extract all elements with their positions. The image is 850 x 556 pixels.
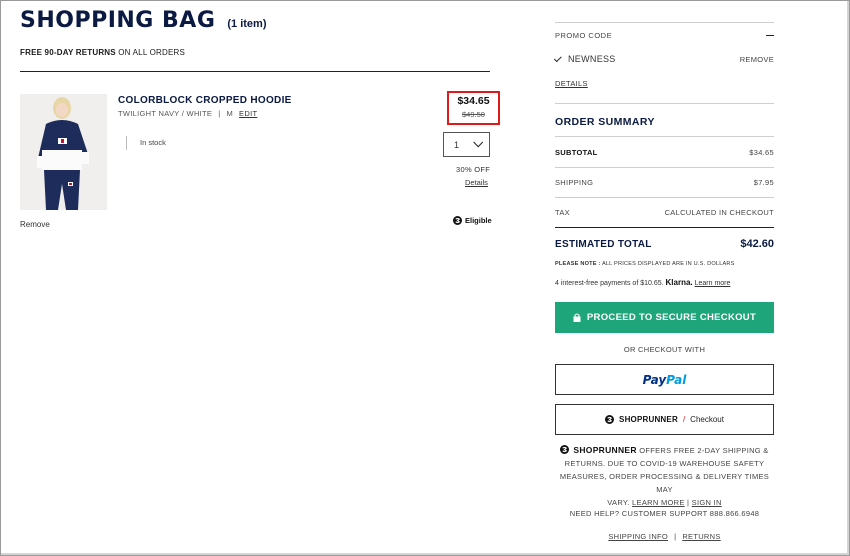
tax-value: CALCULATED IN CHECKOUT	[664, 208, 774, 217]
subtotal-value: $34.65	[749, 148, 774, 157]
paypal-logo-pal: Pal	[666, 372, 687, 387]
shipping-row: SHIPPING $7.95	[555, 178, 774, 187]
klarna-info: 4 interest-free payments of $10.65. Klar…	[555, 278, 774, 287]
check-icon	[553, 54, 562, 63]
variant-separator: |	[218, 109, 221, 118]
returns-rest: ON ALL ORDERS	[115, 48, 186, 57]
shoprunner-sep: |	[687, 498, 690, 507]
quantity-value: 1	[454, 139, 460, 150]
shoprunner-label: SHOPRUNNER	[619, 415, 678, 424]
page-title: SHOPPING BAG	[20, 7, 216, 34]
promo-divider	[555, 103, 774, 104]
checkout-button-label: PROCEED TO SECURE CHECKOUT	[586, 312, 757, 323]
quantity-select[interactable]: 1	[443, 132, 490, 157]
note-bold: PLEASE NOTE :	[555, 261, 601, 267]
product-image[interactable]	[20, 94, 107, 210]
tax-row: TAX CALCULATED IN CHECKOUT	[555, 208, 774, 217]
summary-divider-4	[555, 227, 774, 228]
klarna-logo: Klarna.	[665, 278, 693, 287]
shoprunner-info: SHOPRUNNER OFFERS FREE 2-DAY SHIPPING & …	[555, 444, 774, 509]
discount-details-link[interactable]: Details	[465, 178, 488, 187]
shipping-value: $7.95	[753, 178, 774, 187]
edit-item-link[interactable]: EDIT	[239, 109, 257, 118]
klarna-text: 4 interest-free payments of $10.65.	[555, 280, 664, 287]
sale-price: $34.65	[457, 95, 490, 107]
klarna-learn-more-link[interactable]: Learn more	[695, 280, 731, 287]
shoprunner-slash: /	[682, 415, 686, 424]
remove-item-link[interactable]: Remove	[20, 220, 50, 229]
shoprunner-brand: SHOPRUNNER	[573, 445, 637, 455]
eligible-label: Eligible	[465, 216, 492, 225]
returns-banner: FREE 90-DAY RETURNS ON ALL ORDERS	[20, 48, 185, 57]
shipping-info-link[interactable]: SHIPPING INFO	[608, 532, 668, 541]
lock-icon	[573, 313, 581, 322]
product-color: TWILIGHT NAVY / WHITE	[118, 109, 213, 118]
shoprunner-text-3: MEASURES, ORDER PROCESSING & DELIVERY TI…	[559, 472, 770, 494]
promo-code: NEWNESS	[553, 54, 616, 64]
summary-divider-3	[555, 197, 774, 198]
estimated-total-label: ESTIMATED TOTAL	[555, 238, 652, 250]
chevron-down-icon	[473, 137, 484, 148]
shoprunner-learn-more-link[interactable]: LEARN MORE	[632, 498, 685, 507]
customer-support: NEED HELP? CUSTOMER SUPPORT 888.866.6948	[569, 509, 760, 518]
footer-sep: |	[674, 532, 677, 541]
estimated-total-row: ESTIMATED TOTAL $42.60	[555, 238, 774, 250]
stock-status: In stock	[126, 136, 166, 150]
or-checkout-with: OR CHECKOUT WITH	[623, 345, 706, 354]
remove-promo-link[interactable]: REMOVE	[740, 55, 774, 64]
shoprunner-eligible: Eligible	[453, 216, 492, 225]
shoprunner-text-2: RETURNS. DUE TO COVID-19 WAREHOUSE SAFET…	[564, 459, 765, 468]
original-price: $49.50	[462, 110, 485, 119]
applied-promo: NEWNESS REMOVE	[553, 54, 774, 64]
subtotal-label: SUBTOTAL	[555, 148, 598, 157]
returns-link[interactable]: RETURNS	[682, 532, 720, 541]
shoprunner-sign-in-link[interactable]: SIGN IN	[692, 498, 722, 507]
shipping-label: SHIPPING	[555, 178, 594, 187]
hoodie-product-photo-icon	[20, 94, 107, 210]
proceed-to-checkout-button[interactable]: PROCEED TO SECURE CHECKOUT	[555, 302, 774, 333]
product-name[interactable]: COLORBLOCK CROPPED HOODIE	[118, 95, 292, 106]
shoprunner-icon	[453, 216, 462, 225]
price-highlight-box: $34.65 $49.50	[447, 91, 500, 125]
currency-note: PLEASE NOTE : ALL PRICES DISPLAYED ARE I…	[555, 261, 774, 267]
shoprunner-checkout-label: Checkout	[690, 415, 724, 424]
subtotal-row: SUBTOTAL $34.65	[555, 148, 774, 157]
footer-links: SHIPPING INFO | RETURNS	[555, 532, 774, 541]
tax-label: TAX	[555, 208, 570, 217]
returns-bold: FREE 90-DAY RETURNS	[20, 48, 116, 57]
product-size: M	[226, 109, 234, 118]
order-summary-title: ORDER SUMMARY	[555, 116, 655, 128]
shoprunner-icon	[560, 445, 570, 454]
discount-label: 30% OFF	[456, 165, 491, 174]
paypal-button[interactable]: Pay Pal	[555, 364, 774, 395]
product-variant: TWILIGHT NAVY / WHITE | M EDIT	[118, 109, 257, 118]
paypal-logo-pay: Pay	[642, 372, 667, 387]
shoprunner-text-1: OFFERS FREE 2-DAY SHIPPING &	[636, 446, 769, 455]
promo-header-label: PROMO CODE	[555, 31, 613, 40]
bag-header: SHOPPING BAG (1 item)	[20, 7, 267, 34]
shoprunner-text-4: VARY.	[607, 498, 630, 507]
summary-divider-1	[555, 136, 774, 137]
collapse-minus-icon[interactable]	[766, 34, 774, 37]
header-divider	[20, 71, 490, 72]
promo-code-value: NEWNESS	[568, 54, 616, 64]
shoprunner-checkout-button[interactable]: SHOPRUNNER / Checkout	[555, 404, 774, 435]
note-rest: ALL PRICES DISPLAYED ARE IN U.S. DOLLARS	[600, 261, 735, 267]
promo-code-header[interactable]: PROMO CODE	[555, 31, 774, 40]
item-count: (1 item)	[227, 18, 267, 30]
right-top-divider	[555, 22, 774, 23]
promo-details-link[interactable]: DETAILS	[555, 79, 774, 88]
shoprunner-icon	[605, 415, 615, 424]
estimated-total-value: $42.60	[740, 238, 774, 250]
summary-divider-2	[555, 167, 774, 168]
